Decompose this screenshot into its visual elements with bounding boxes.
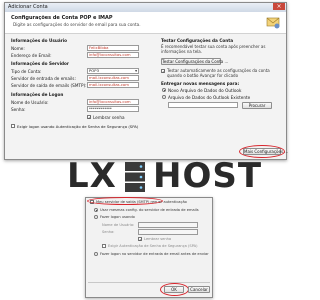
close-icon[interactable]: ×	[273, 3, 285, 10]
email-field[interactable]: info@lxconsultas.com	[87, 52, 139, 58]
md-spa-checkbox[interactable]	[102, 244, 106, 248]
account-type-label: Tipo de Conta:	[11, 69, 42, 74]
test-description: É recomendável testar sua conta após pre…	[161, 44, 266, 54]
account-type-select[interactable]: POP3 ▾	[87, 68, 139, 74]
md-spa-label: Exigir Autenticação de Senha de Seguranç…	[108, 244, 198, 248]
password-field[interactable]: ************	[87, 106, 139, 112]
md-password-label: Senha:	[102, 230, 115, 234]
remember-password-label: Lembrar senha	[93, 115, 125, 120]
window-title: Adicionar Conta	[8, 4, 48, 10]
highlight-oval	[160, 283, 189, 296]
md-username-label: Nome de Usuário:	[102, 223, 135, 227]
same-settings-radio[interactable]	[94, 208, 98, 212]
chevron-down-icon: ▾	[135, 68, 137, 73]
spa-label: Exigir logon usando Autenticação de Senh…	[17, 124, 139, 129]
name-label: Nome:	[11, 46, 25, 51]
incoming-server-field[interactable]: mail.lxconsultas.com	[87, 75, 139, 81]
email-label: Endereço de Email:	[11, 53, 52, 58]
auto-test-label: Testar automaticamente as configurações …	[167, 68, 270, 78]
existing-pst-label: Arquivo de Dados do Outlook Existente	[168, 95, 251, 100]
highlight-oval	[87, 197, 163, 205]
md-remember-checkbox[interactable]: ✓	[138, 237, 142, 242]
username-field[interactable]: info@lxconsultas.com	[87, 99, 139, 105]
incoming-server-label: Servidor de entrada de emails:	[11, 76, 76, 81]
username-label: Nome de Usuário:	[11, 100, 49, 105]
server-icon	[125, 162, 145, 192]
dialog-header: Configurações de Conta POP e IMAP Digite…	[5, 12, 286, 34]
outgoing-server-label: Servidor de saída de emails (SMTP):	[11, 83, 87, 88]
existing-pst-radio[interactable]	[162, 95, 166, 99]
new-pst-label: Novo Arquivo de Dados do Outlook	[168, 88, 242, 93]
outgoing-server-field[interactable]: mail.lxconsultas.com	[87, 82, 139, 88]
watermark-host-text: HOST	[153, 156, 263, 196]
existing-pst-path-field[interactable]	[168, 102, 238, 108]
md-username-field[interactable]	[138, 222, 198, 228]
header-subtitle: Digite as configurações do servidor de e…	[13, 22, 141, 27]
logon-before-label: Fazer logon no servidor de entrada de em…	[100, 252, 209, 256]
logon-using-radio[interactable]	[94, 215, 98, 219]
password-label: Senha:	[11, 107, 26, 112]
divider	[88, 282, 210, 283]
test-account-settings-button[interactable]: Testar Configurações da Conta ...	[161, 58, 228, 65]
watermark-lx-text: LX	[67, 156, 117, 196]
logon-info-section: Informações de Logon	[11, 92, 64, 97]
logon-before-radio[interactable]	[94, 252, 98, 256]
user-info-section: Informações do Usuário	[11, 38, 68, 43]
remember-password-checkbox[interactable]: ✓	[87, 115, 91, 120]
spa-checkbox[interactable]	[11, 124, 15, 128]
lxhost-watermark: LX HOST	[67, 156, 261, 197]
account-type-value: POP3	[89, 68, 99, 73]
new-pst-radio[interactable]	[162, 88, 166, 92]
account-settings-dialog: Adicionar Conta × Configurações de Conta…	[4, 2, 288, 160]
header-title: Configurações de Conta POP e IMAP	[11, 15, 113, 21]
auto-test-checkbox[interactable]: ✓	[161, 69, 165, 74]
logon-using-label: Fazer logon usando	[100, 215, 135, 219]
md-password-field[interactable]	[138, 229, 198, 235]
browse-button[interactable]: Procurar	[242, 102, 272, 109]
mail-settings-icon	[266, 17, 280, 29]
same-settings-label: Usar mesmas config. do servidor de entra…	[100, 208, 199, 212]
md-remember-label: Lembrar senha	[144, 237, 172, 241]
test-section: Testar Configurações da Conta	[161, 38, 234, 43]
outgoing-server-dialog: ✓ Meu servidor de saída (SMTP) requer au…	[85, 197, 213, 298]
cancel-button[interactable]: Cancelar	[188, 286, 210, 293]
server-info-section: Informações do Servidor	[11, 61, 69, 66]
deliver-section: Entregar novas mensagens para:	[161, 81, 240, 86]
name-field[interactable]: FelixBibba	[87, 45, 139, 51]
